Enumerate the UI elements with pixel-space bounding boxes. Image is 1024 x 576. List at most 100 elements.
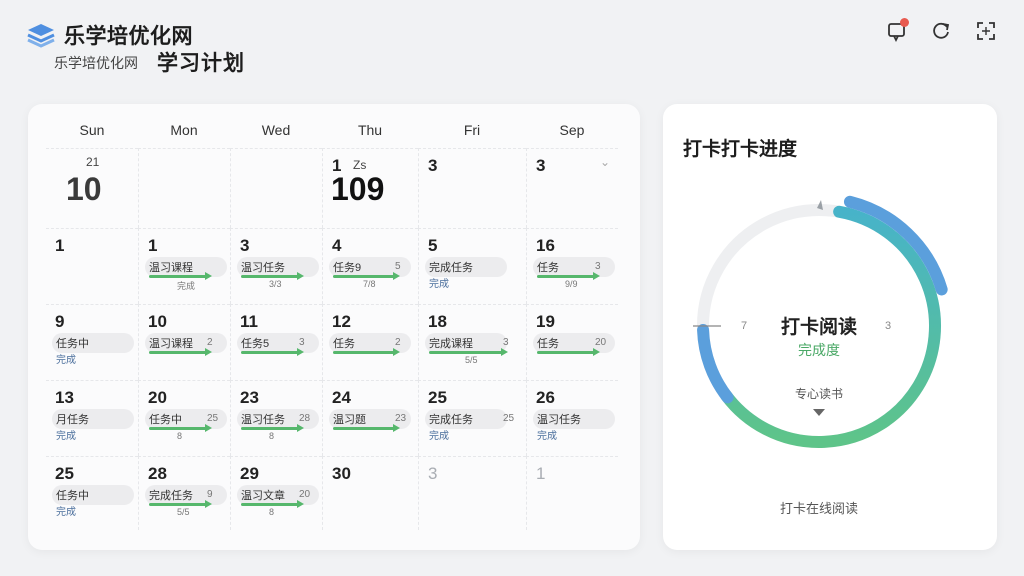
task-count: 3 — [503, 337, 509, 348]
calendar-day-cell[interactable]: 1 温习课程 完成 — [138, 228, 230, 304]
day-number: 20 — [148, 388, 167, 407]
day-small-label: 21 — [86, 155, 100, 169]
task-count: 2 — [395, 337, 401, 348]
calendar-day-cell[interactable]: 9 任务中 完成 — [46, 304, 138, 380]
task-label: 任务5 — [241, 338, 270, 350]
arrow-right-icon — [297, 424, 304, 432]
day-number: 4 — [332, 236, 342, 255]
calendar-day-cell[interactable]: 1 — [526, 456, 618, 530]
day-number: 26 — [536, 388, 555, 407]
calendar-day-cell[interactable]: 18 完成课程 3 5/5 — [418, 304, 526, 380]
brand-subtitle: 乐学培优化网 — [54, 55, 138, 71]
day-big-number: 10 — [66, 171, 102, 207]
day-number: 25 — [55, 464, 74, 483]
calendar-day-cell[interactable]: 26 温习任务 完成 — [526, 380, 618, 456]
ring-hint[interactable]: 专心读书 — [663, 385, 975, 402]
task-label: 任务 — [537, 338, 559, 350]
calendar-day-cell[interactable]: 29 温习文章 20 8 — [230, 456, 322, 530]
day-number: 1 — [55, 236, 65, 255]
task-progress-bar — [241, 503, 299, 506]
calendar-day-cell[interactable]: 11 任务5 3 — [230, 304, 322, 380]
ring-center-title: 打卡阅读 — [780, 317, 857, 338]
weekday-header: Sun — [79, 122, 105, 138]
day-big-number: 109 — [331, 171, 385, 207]
task-sub-label: 9/9 — [565, 279, 578, 289]
calendar-day-cell[interactable]: 30 — [322, 456, 418, 530]
task-label: 温习课程 — [149, 338, 193, 350]
day-number: 12 — [332, 312, 351, 331]
calendar-day-cell[interactable]: 3 ⌄ — [526, 148, 618, 228]
task-label: 任务中 — [56, 338, 89, 350]
calendar-day-cell[interactable] — [230, 148, 322, 228]
task-count: 25 — [503, 413, 515, 424]
calendar-card: Sun Mon Wed Thu Fri Sep 21 10 1 Zs 109 3 3 ⌄ 1 1 温习课程 完成 3… — [28, 104, 640, 550]
task-count: 20 — [595, 337, 607, 348]
calendar-day-cell[interactable]: 13 月任务 完成 — [46, 380, 138, 456]
calendar-day-cell[interactable]: 4 任务9 5 7/8 — [322, 228, 418, 304]
task-progress-bar — [241, 427, 299, 430]
calendar-day-cell[interactable]: 25 完成任务 25 完成 — [418, 380, 526, 456]
weekday-header: Thu — [357, 122, 383, 138]
page-title: 学习计划 — [157, 52, 245, 75]
task-sub-label: 5/5 — [465, 355, 478, 365]
calendar-day-cell[interactable] — [138, 148, 230, 228]
calendar-day-cell[interactable]: 24 温习题 23 — [322, 380, 418, 456]
refresh-icon[interactable] — [930, 20, 952, 42]
day-number: 3 — [536, 156, 546, 175]
day-number: 18 — [428, 312, 447, 331]
calendar-day-cell[interactable]: 16 任务 3 9/9 — [526, 228, 618, 304]
calendar-day-cell[interactable]: 12 任务 2 — [322, 304, 418, 380]
task-label: 完成任务 — [429, 262, 473, 274]
task-count: 9 — [207, 489, 213, 500]
notification-dot — [900, 18, 909, 27]
calendar-day-cell[interactable]: 1 — [46, 228, 138, 304]
calendar-day-cell[interactable]: 3 温习任务 3/3 — [230, 228, 322, 304]
arrow-right-icon — [205, 272, 212, 280]
calendar-day-cell[interactable]: 3 — [418, 148, 526, 228]
task-count: 2 — [207, 337, 213, 348]
task-progress-bar — [537, 275, 595, 278]
arrow-right-icon — [593, 348, 600, 356]
weekday-header: Mon — [170, 122, 198, 138]
calendar-day-cell[interactable]: 1 Zs 109 — [322, 148, 418, 228]
expand-icon[interactable] — [975, 20, 997, 42]
task-label: 月任务 — [56, 414, 89, 426]
task-progress-bar — [149, 275, 207, 278]
book-stack-logo-icon — [27, 24, 55, 48]
calendar-day-cell[interactable]: 10 温习课程 2 — [138, 304, 230, 380]
progress-footer-link[interactable]: 打卡在线阅读 — [663, 498, 975, 517]
day-number: 11 — [240, 312, 258, 331]
task-label: 温习题 — [333, 414, 366, 426]
task-label: 任务中 — [56, 490, 89, 502]
arrow-right-icon — [501, 348, 508, 356]
day-number: 9 — [55, 312, 65, 331]
task-sub-label: 8 — [269, 431, 275, 441]
task-sub-label: 3/3 — [269, 279, 282, 289]
day-number: 3 — [428, 464, 438, 483]
task-label: 任务 — [537, 262, 559, 274]
task-count: 3 — [595, 261, 601, 272]
calendar-day-cell[interactable]: 28 完成任务 9 5/5 — [138, 456, 230, 530]
chevron-down-icon[interactable]: ⌄ — [600, 155, 610, 169]
task-label: 温习任务 — [241, 414, 285, 426]
task-status-label: 完成 — [429, 431, 449, 442]
calendar-day-cell[interactable]: 20 任务中 25 8 — [138, 380, 230, 456]
calendar-day-cell[interactable]: 21 10 — [46, 148, 138, 228]
task-count: 5 — [395, 261, 401, 272]
calendar-day-cell[interactable]: 19 任务 20 — [526, 304, 618, 380]
task-count: 28 — [299, 413, 311, 424]
calendar-day-cell[interactable]: 23 温习任务 28 8 — [230, 380, 322, 456]
arrow-right-icon — [393, 272, 400, 280]
task-label: 温习任务 — [241, 262, 285, 274]
day-number: 1 — [536, 464, 546, 483]
task-sub-label: 7/8 — [363, 279, 376, 289]
task-progress-bar — [429, 351, 503, 354]
task-count: 25 — [207, 413, 219, 424]
calendar-day-cell[interactable]: 5 完成任务 完成 — [418, 228, 526, 304]
chevron-down-icon[interactable] — [813, 409, 825, 416]
task-label: 任务 — [333, 338, 355, 350]
calendar-day-cell[interactable]: 3 — [418, 456, 526, 530]
calendar-day-cell[interactable]: 25 任务中 完成 — [46, 456, 138, 530]
task-sub-label: 8 — [177, 431, 183, 441]
task-progress-bar — [149, 427, 207, 430]
